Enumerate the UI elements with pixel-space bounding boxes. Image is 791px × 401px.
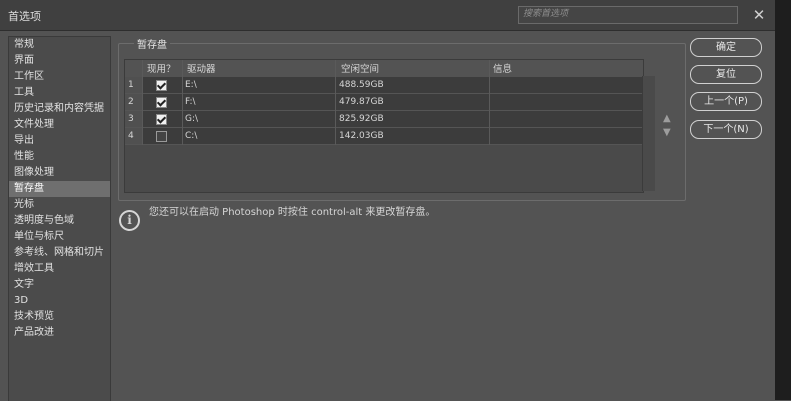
sidebar-item-plugins[interactable]: 增效工具 — [9, 261, 110, 277]
row-index: 2 — [125, 94, 142, 110]
column-divider — [142, 60, 143, 145]
free-space-cell: 825.92GB — [339, 114, 384, 124]
sidebar-item-3d[interactable]: 3D — [9, 293, 110, 309]
sidebar-item-scratch-disks[interactable]: 暂存盘 — [9, 181, 110, 197]
title-bar: 首选项 ✕ — [0, 0, 775, 31]
drive-cell: C:\ — [185, 131, 198, 141]
sidebar-item-file-handling[interactable]: 文件处理 — [9, 117, 110, 133]
sidebar-item-cursors[interactable]: 光标 — [9, 197, 110, 213]
sidebar-item-interface[interactable]: 界面 — [9, 53, 110, 69]
column-divider — [489, 60, 490, 145]
column-header-free-space[interactable]: 空闲空间 — [341, 61, 379, 75]
column-header-info[interactable]: 信息 — [493, 61, 512, 75]
row-index: 3 — [125, 111, 142, 127]
close-icon[interactable]: ✕ — [750, 6, 768, 24]
sidebar-item-export[interactable]: 导出 — [9, 133, 110, 149]
table-scrollbar[interactable] — [642, 76, 655, 191]
table-row[interactable]: 4 C:\ 142.03GB — [125, 128, 643, 145]
move-up-icon[interactable]: ▲ — [663, 113, 671, 124]
active-checkbox[interactable] — [156, 114, 167, 125]
active-checkbox[interactable] — [156, 131, 167, 142]
sidebar-item-tech-preview[interactable]: 技术预览 — [9, 309, 110, 325]
sidebar-item-transparency[interactable]: 透明度与色域 — [9, 213, 110, 229]
sidebar-item-image-processing[interactable]: 图像处理 — [9, 165, 110, 181]
free-space-cell: 488.59GB — [339, 80, 384, 90]
scratch-disk-table: 现用？ 驱动器 空闲空间 信息 1 E:\ 488.59GB 2 F:\ 479… — [124, 59, 644, 193]
column-header-active[interactable]: 现用？ — [147, 61, 176, 75]
preferences-sidebar: 常规 界面 工作区 工具 历史记录和内容凭据 文件处理 导出 性能 图像处理 暂… — [8, 36, 111, 401]
move-down-icon[interactable]: ▼ — [663, 127, 671, 138]
sidebar-item-workspace[interactable]: 工作区 — [9, 69, 110, 85]
info-icon: i — [119, 210, 140, 231]
background-strip — [775, 0, 791, 400]
drive-cell: E:\ — [185, 80, 197, 90]
info-note: 您还可以在启动 Photoshop 时按住 control-alt 来更改暂存盘… — [149, 207, 436, 218]
table-row[interactable]: 1 E:\ 488.59GB — [125, 77, 643, 94]
sidebar-item-type[interactable]: 文字 — [9, 277, 110, 293]
ok-button[interactable]: 确定 — [690, 38, 762, 57]
table-row[interactable]: 2 F:\ 479.87GB — [125, 94, 643, 111]
sidebar-item-guides-grid[interactable]: 参考线、网格和切片 — [9, 245, 110, 261]
next-button[interactable]: 下一个(N) — [690, 120, 762, 139]
column-divider — [182, 60, 183, 145]
search-box[interactable] — [518, 6, 738, 24]
sidebar-item-product-improvement[interactable]: 产品改进 — [9, 325, 110, 341]
row-index: 4 — [125, 128, 142, 144]
active-checkbox[interactable] — [156, 80, 167, 91]
window-title: 首选项 — [8, 10, 41, 23]
table-row[interactable]: 3 G:\ 825.92GB — [125, 111, 643, 128]
column-header-drive[interactable]: 驱动器 — [187, 61, 216, 75]
group-title: 暂存盘 — [134, 36, 170, 51]
row-index: 1 — [125, 77, 142, 93]
column-divider — [335, 60, 336, 145]
drive-cell: G:\ — [185, 114, 199, 124]
free-space-cell: 142.03GB — [339, 131, 384, 141]
free-space-cell: 479.87GB — [339, 97, 384, 107]
sidebar-item-general[interactable]: 常规 — [9, 37, 110, 53]
sidebar-item-performance[interactable]: 性能 — [9, 149, 110, 165]
search-input[interactable] — [519, 7, 737, 21]
reset-button[interactable]: 复位 — [690, 65, 762, 84]
previous-button[interactable]: 上一个(P) — [690, 92, 762, 111]
sidebar-item-tools[interactable]: 工具 — [9, 85, 110, 101]
table-header: 现用？ 驱动器 空闲空间 信息 — [125, 60, 643, 77]
sidebar-item-units-rulers[interactable]: 单位与标尺 — [9, 229, 110, 245]
sidebar-item-history[interactable]: 历史记录和内容凭据 — [9, 101, 110, 117]
drive-cell: F:\ — [185, 97, 196, 107]
active-checkbox[interactable] — [156, 97, 167, 108]
